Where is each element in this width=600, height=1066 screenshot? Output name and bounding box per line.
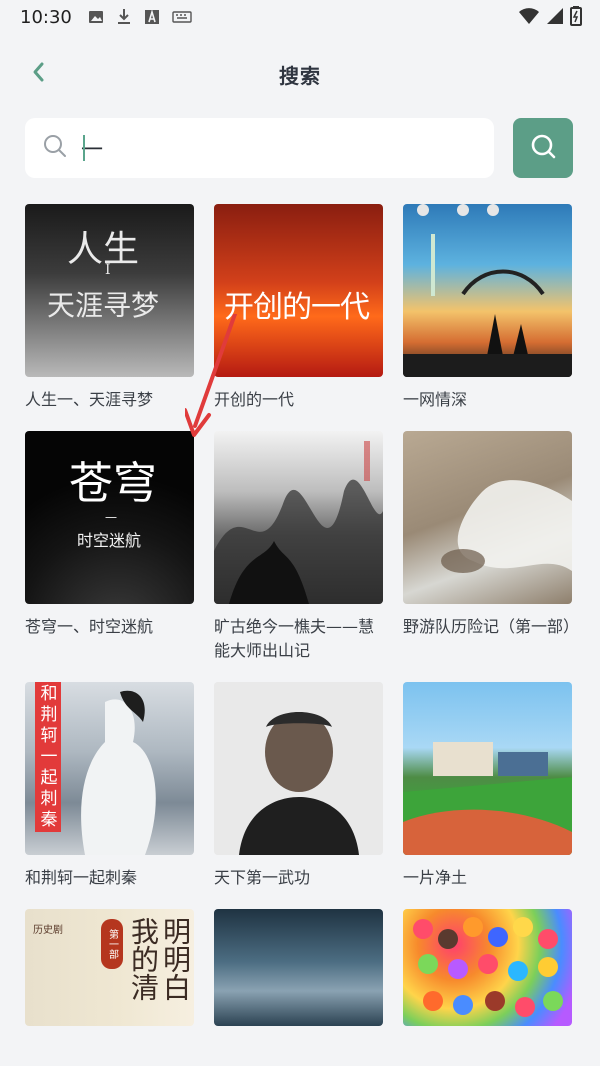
book-cover bbox=[214, 431, 383, 604]
book-title: 野游队历险记（第一部） bbox=[403, 617, 580, 636]
chevron-left-icon bbox=[30, 60, 46, 88]
cover-text: 起 bbox=[40, 768, 58, 788]
book-cover bbox=[403, 431, 572, 604]
annotation-arrow-icon bbox=[185, 314, 237, 437]
search-button[interactable] bbox=[513, 118, 573, 178]
search-icon bbox=[528, 131, 558, 165]
result-card[interactable]: 历史剧 第一部 我的清 明明白 bbox=[25, 909, 194, 1026]
search-icon bbox=[43, 134, 67, 162]
cover-text: 轲 bbox=[40, 726, 58, 746]
result-card[interactable]: 一网情深 bbox=[403, 204, 572, 412]
keyboard-icon bbox=[172, 10, 192, 24]
image-icon bbox=[88, 9, 104, 25]
book-cover bbox=[214, 909, 383, 1026]
book-title: 苍穹一、时空迷航 bbox=[25, 617, 154, 636]
book-title: 一网情深 bbox=[403, 390, 468, 409]
result-card[interactable]: 一片净土 bbox=[403, 682, 572, 890]
result-card[interactable]: 旷古绝今一樵夫——慧能大师出山记 bbox=[214, 431, 383, 663]
book-title: 和荆轲一起刺秦 bbox=[25, 868, 138, 887]
cover-text: 明明白 bbox=[159, 917, 192, 1001]
app-bar: 搜索 bbox=[0, 48, 600, 100]
cover-text: 历史剧 bbox=[33, 925, 63, 936]
result-card[interactable]: 人生 I 天涯寻梦 人生一、天涯寻梦 bbox=[25, 204, 194, 412]
book-title: 人生一、天涯寻梦 bbox=[25, 390, 154, 409]
search-box[interactable] bbox=[25, 118, 494, 178]
status-time: 10:30 bbox=[20, 6, 72, 28]
wifi-icon bbox=[518, 7, 540, 29]
result-card[interactable] bbox=[403, 909, 572, 1026]
page-title: 搜索 bbox=[279, 63, 321, 88]
signal-icon bbox=[546, 7, 564, 29]
book-title: 天下第一武功 bbox=[214, 868, 311, 887]
cover-text: 荆 bbox=[40, 705, 58, 725]
book-cover: 和 荆 轲 一 起 刺 秦 bbox=[25, 682, 194, 855]
cover-text: 天涯寻梦 bbox=[47, 289, 160, 322]
cover-text: 刺 bbox=[40, 789, 58, 809]
book-cover: 人生 I 天涯寻梦 bbox=[25, 204, 194, 377]
cover-text: 开创的一代 bbox=[224, 290, 370, 325]
text-caret bbox=[83, 135, 85, 161]
cover-text: 人生 bbox=[67, 229, 140, 270]
cover-text: 时空迷航 bbox=[77, 531, 142, 550]
cover-text: 一 bbox=[40, 747, 58, 767]
cover-text: 和 bbox=[40, 684, 58, 704]
result-card[interactable] bbox=[214, 909, 383, 1026]
back-button[interactable] bbox=[20, 56, 56, 92]
battery-icon bbox=[570, 6, 582, 30]
text-a-icon bbox=[144, 9, 160, 25]
book-cover bbox=[403, 682, 572, 855]
download-icon bbox=[116, 8, 132, 26]
book-cover bbox=[214, 682, 383, 855]
book-cover bbox=[403, 909, 572, 1026]
cover-text: 一 bbox=[105, 511, 118, 525]
book-title: 旷古绝今一樵夫——慧能大师出山记 bbox=[214, 617, 375, 660]
cover-text: 秦 bbox=[40, 810, 58, 830]
result-card[interactable]: 天下第一武功 bbox=[214, 682, 383, 890]
cover-text: 我的清 bbox=[127, 917, 160, 1001]
cover-text: I bbox=[105, 262, 111, 278]
result-card[interactable]: 野游队历险记（第一部） bbox=[403, 431, 580, 639]
book-cover: 苍穹 一 时空迷航 bbox=[25, 431, 194, 604]
search-input[interactable] bbox=[81, 128, 441, 168]
book-cover bbox=[403, 204, 572, 377]
search-row bbox=[25, 118, 573, 178]
status-right bbox=[518, 6, 582, 30]
book-cover: 历史剧 第一部 我的清 明明白 bbox=[25, 909, 194, 1026]
book-title: 一片净土 bbox=[403, 868, 468, 887]
cover-badge: 第一部 bbox=[101, 919, 123, 969]
status-bar: 10:30 bbox=[0, 0, 600, 34]
result-card[interactable]: 和 荆 轲 一 起 刺 秦 和荆轲一起刺秦 bbox=[25, 682, 194, 890]
result-card[interactable]: 苍穹 一 时空迷航 苍穹一、时空迷航 bbox=[25, 431, 194, 639]
cover-text: 苍穹 bbox=[69, 458, 157, 509]
